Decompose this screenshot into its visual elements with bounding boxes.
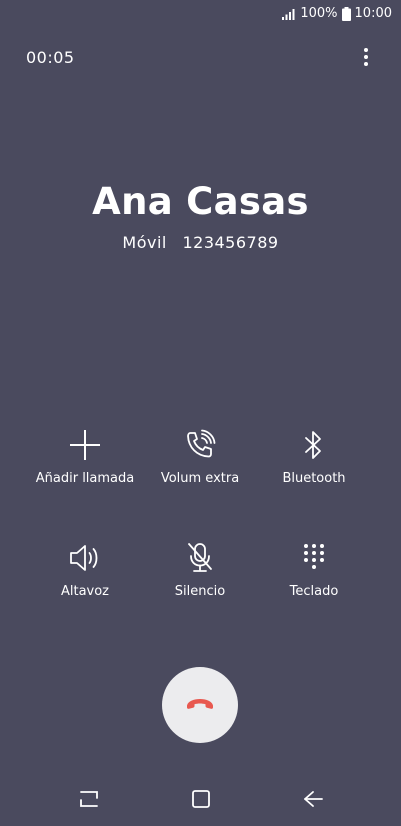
contact-name: Ana Casas — [92, 180, 309, 223]
hang-up-icon — [186, 696, 214, 715]
speaker-label: Altavoz — [60, 584, 110, 599]
mic-off-icon — [180, 538, 220, 578]
add-call-label: Añadir llamada — [35, 471, 135, 486]
more-options-button[interactable] — [361, 48, 371, 70]
keypad-icon — [294, 538, 334, 578]
keypad-button[interactable]: Teclado — [249, 538, 379, 599]
mute-label: Silencio — [174, 584, 226, 599]
bluetooth-label: Bluetooth — [282, 471, 346, 486]
battery-icon — [341, 6, 351, 21]
navigation-bar — [0, 780, 401, 820]
battery-percent: 100% — [300, 6, 338, 21]
call-timer: 00:05 — [26, 48, 75, 67]
keypad-label: Teclado — [289, 584, 339, 599]
speaker-button[interactable]: Altavoz — [20, 538, 150, 599]
speaker-icon — [65, 538, 105, 578]
status-bar: 100% 10:00 — [0, 0, 401, 30]
back-button[interactable] — [298, 786, 328, 816]
bluetooth-button[interactable]: Bluetooth — [249, 425, 379, 486]
plus-icon — [65, 425, 105, 465]
contact-number-line: Móvil 123456789 — [0, 233, 401, 252]
phone-number: 123456789 — [182, 233, 279, 252]
extra-volume-label: Volum extra — [160, 471, 240, 486]
add-call-button[interactable]: Añadir llamada — [20, 425, 150, 486]
status-icons: 100% 10:00 — [282, 6, 392, 21]
clock: 10:00 — [354, 6, 392, 21]
phone-volume-icon — [180, 425, 220, 465]
more-vertical-icon — [364, 48, 368, 70]
extra-volume-button[interactable]: Volum extra — [135, 425, 265, 486]
back-icon — [302, 790, 324, 812]
recents-icon — [78, 789, 100, 813]
signal-icon — [282, 8, 296, 20]
home-icon — [191, 789, 211, 813]
recents-button[interactable] — [74, 786, 104, 816]
bluetooth-icon — [294, 425, 334, 465]
mute-button[interactable]: Silencio — [135, 538, 265, 599]
number-type: Móvil — [122, 233, 167, 252]
home-button[interactable] — [186, 786, 216, 816]
end-call-button[interactable] — [162, 667, 238, 743]
